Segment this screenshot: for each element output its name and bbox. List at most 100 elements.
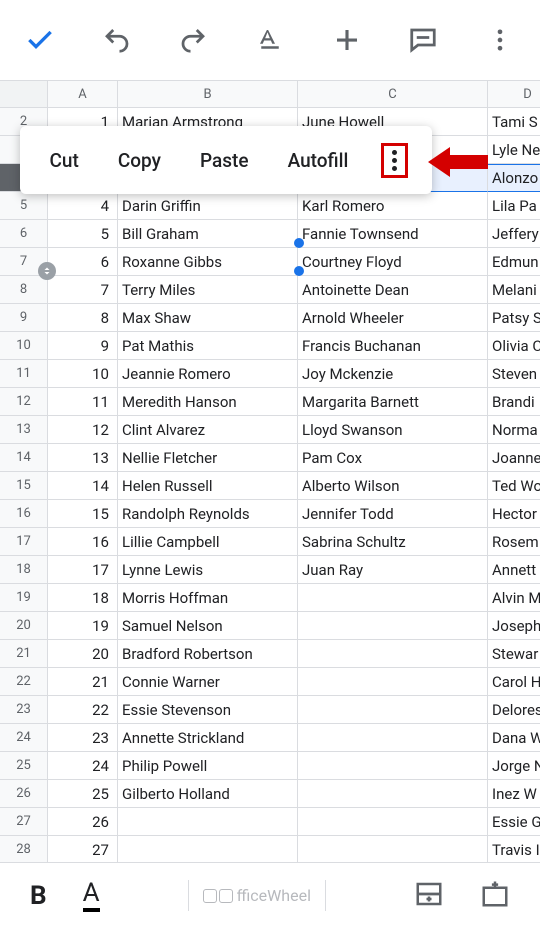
cell[interactable]: 27 — [48, 836, 118, 864]
row-header[interactable]: 14 — [0, 444, 48, 472]
row-header[interactable]: 5 — [0, 192, 48, 220]
insert-row-below-icon[interactable] — [414, 879, 444, 913]
cell[interactable]: Delores — [488, 696, 540, 724]
grid[interactable]: 21Marian ArmstrongJune HowellTami S32Lyl… — [0, 108, 540, 864]
cell[interactable]: 18 — [48, 584, 118, 612]
cell[interactable] — [298, 836, 488, 864]
selection-handle-bottom[interactable] — [294, 266, 304, 276]
selection-handle-top[interactable] — [294, 238, 304, 248]
cell[interactable]: Terry Miles — [118, 276, 298, 304]
context-autofill[interactable]: Autofill — [282, 149, 355, 172]
table-row[interactable]: 2524Philip Powell Jorge N — [0, 752, 540, 780]
row-header[interactable]: 28 — [0, 836, 48, 864]
table-row[interactable]: 1918Morris HoffmanAlvin M — [0, 584, 540, 612]
cell[interactable] — [298, 780, 488, 808]
table-row[interactable]: 2726Essie G — [0, 808, 540, 836]
row-header[interactable]: 22 — [0, 668, 48, 696]
row-header[interactable]: 15 — [0, 472, 48, 500]
cell[interactable]: Inez W — [488, 780, 540, 808]
cell[interactable]: Karl Romero — [298, 192, 488, 220]
text-color-button[interactable]: A — [83, 880, 100, 912]
cell[interactable]: 9 — [48, 332, 118, 360]
col-header-B[interactable]: B — [118, 81, 298, 107]
col-header-D[interactable]: D — [488, 81, 540, 107]
table-row[interactable]: 76Roxanne GibbsCourtney FloydEdmun — [0, 248, 540, 276]
cell[interactable]: Nellie Fletcher — [118, 444, 298, 472]
table-row[interactable]: 2221Connie WarnerCarol H — [0, 668, 540, 696]
cell[interactable]: Edmun — [488, 248, 540, 276]
cell[interactable]: Jeannie Romero — [118, 360, 298, 388]
table-row[interactable]: 1110Jeannie RomeroJoy MckenzieSteven — [0, 360, 540, 388]
table-row[interactable]: 109Pat MathisFrancis BuchananOlivia C — [0, 332, 540, 360]
row-header[interactable]: 27 — [0, 808, 48, 836]
row-header[interactable]: 10 — [0, 332, 48, 360]
cell[interactable]: Darin Griffin — [118, 192, 298, 220]
redo-icon[interactable] — [173, 20, 213, 60]
cell[interactable] — [298, 752, 488, 780]
row-header[interactable]: 25 — [0, 752, 48, 780]
cell[interactable] — [298, 640, 488, 668]
row-header[interactable]: 20 — [0, 612, 48, 640]
cell[interactable]: 7 — [48, 276, 118, 304]
cell[interactable]: 12 — [48, 416, 118, 444]
cell[interactable]: Helen Russell — [118, 472, 298, 500]
cell[interactable]: Annett — [488, 556, 540, 584]
cell[interactable]: Lyle Ne — [488, 136, 540, 164]
row-expand-icon[interactable] — [38, 262, 56, 280]
cell[interactable]: 19 — [48, 612, 118, 640]
cell[interactable]: Annette Strickland — [118, 724, 298, 752]
row-header[interactable]: 8 — [0, 276, 48, 304]
cell[interactable]: Arnold Wheeler — [298, 304, 488, 332]
cell[interactable]: Juan Ray — [298, 556, 488, 584]
cell[interactable]: Lloyd Swanson — [298, 416, 488, 444]
table-row[interactable]: 2625Gilberto Holland Inez W — [0, 780, 540, 808]
cell[interactable] — [298, 584, 488, 612]
cell[interactable]: 23 — [48, 724, 118, 752]
cell[interactable]: 20 — [48, 640, 118, 668]
cell[interactable]: Norma — [488, 416, 540, 444]
cell[interactable]: Gilberto Holland — [118, 780, 298, 808]
cell[interactable]: Bill Graham — [118, 220, 298, 248]
cell[interactable]: 24 — [48, 752, 118, 780]
cell[interactable]: Margarita Barnett — [298, 388, 488, 416]
accept-icon[interactable] — [20, 20, 60, 60]
cell[interactable]: Meredith Hanson — [118, 388, 298, 416]
cell[interactable]: 16 — [48, 528, 118, 556]
cell[interactable]: 25 — [48, 780, 118, 808]
context-more-icon[interactable] — [392, 150, 397, 171]
cell[interactable]: Morris Hoffman — [118, 584, 298, 612]
cell[interactable]: Fannie Townsend — [298, 220, 488, 248]
col-header-A[interactable]: A — [48, 81, 118, 107]
cell[interactable]: 15 — [48, 500, 118, 528]
cell[interactable]: Antoinette Dean — [298, 276, 488, 304]
cell[interactable] — [118, 808, 298, 836]
cell[interactable] — [298, 696, 488, 724]
cell[interactable]: 6 — [48, 248, 118, 276]
cell[interactable]: Ted Wo — [488, 472, 540, 500]
cell[interactable]: 13 — [48, 444, 118, 472]
table-row[interactable]: 1514Helen RussellAlberto WilsonTed Wo — [0, 472, 540, 500]
cell[interactable]: Bradford Robertson — [118, 640, 298, 668]
cell[interactable]: 21 — [48, 668, 118, 696]
cell[interactable]: Rosem — [488, 528, 540, 556]
cell[interactable]: Melani — [488, 276, 540, 304]
col-header-C[interactable]: C — [298, 81, 488, 107]
cell[interactable]: Jeffery — [488, 220, 540, 248]
table-row[interactable]: 1817Lynne LewisJuan RayAnnett — [0, 556, 540, 584]
cell[interactable] — [298, 724, 488, 752]
cell[interactable]: Philip Powell — [118, 752, 298, 780]
cell[interactable]: Courtney Floyd — [298, 248, 488, 276]
table-row[interactable]: 1312Clint AlvarezLloyd SwansonNorma — [0, 416, 540, 444]
cell[interactable]: Alberto Wilson — [298, 472, 488, 500]
cell[interactable]: Olivia C — [488, 332, 540, 360]
row-header[interactable]: 19 — [0, 584, 48, 612]
cell[interactable]: Lynne Lewis — [118, 556, 298, 584]
cell[interactable] — [298, 668, 488, 696]
cell[interactable] — [298, 808, 488, 836]
cell[interactable]: 4 — [48, 192, 118, 220]
row-header[interactable]: 21 — [0, 640, 48, 668]
table-row[interactable]: 2019Samuel NelsonJoseph — [0, 612, 540, 640]
cell[interactable]: Jorge N — [488, 752, 540, 780]
table-row[interactable]: 87Terry MilesAntoinette DeanMelani — [0, 276, 540, 304]
row-header[interactable]: 26 — [0, 780, 48, 808]
